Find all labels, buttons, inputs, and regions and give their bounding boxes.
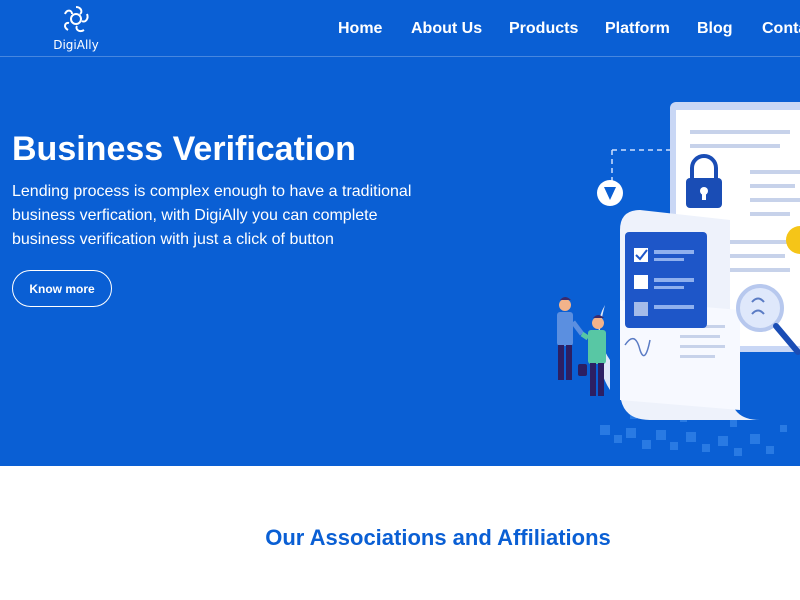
business-verification-illustration <box>557 102 800 456</box>
main-nav: Home About Us Products Platform Blog Con… <box>0 0 800 56</box>
hero-description: Lending process is complex enough to hav… <box>12 180 432 252</box>
briefcase-icon <box>578 364 587 376</box>
nav-platform[interactable]: Platform <box>605 20 670 38</box>
nav-home[interactable]: Home <box>338 20 382 38</box>
hero-title: Business Verification <box>12 130 356 168</box>
shield-icon <box>597 180 623 206</box>
associations-heading: Our Associations and Affiliations <box>265 525 611 550</box>
know-more-button[interactable]: Know more <box>12 270 112 307</box>
people-handshake-illustration <box>557 297 606 396</box>
hero-description-line-3: business verification with just a click … <box>12 231 334 248</box>
nav-products[interactable]: Products <box>509 20 578 38</box>
checklist-card <box>625 232 707 328</box>
hero-description-line-1: Lending process is complex enough to hav… <box>12 183 412 200</box>
nav-about-us[interactable]: About Us <box>411 20 482 38</box>
hero-section: DigiAlly Home About Us Products Platform… <box>0 0 800 466</box>
nav-blog[interactable]: Blog <box>697 20 733 38</box>
top-navigation-bar: DigiAlly Home About Us Products Platform… <box>0 0 800 57</box>
nav-contact[interactable]: Conta <box>762 20 800 38</box>
hero-description-line-2: business verfication, with DigiAlly you … <box>12 207 378 224</box>
